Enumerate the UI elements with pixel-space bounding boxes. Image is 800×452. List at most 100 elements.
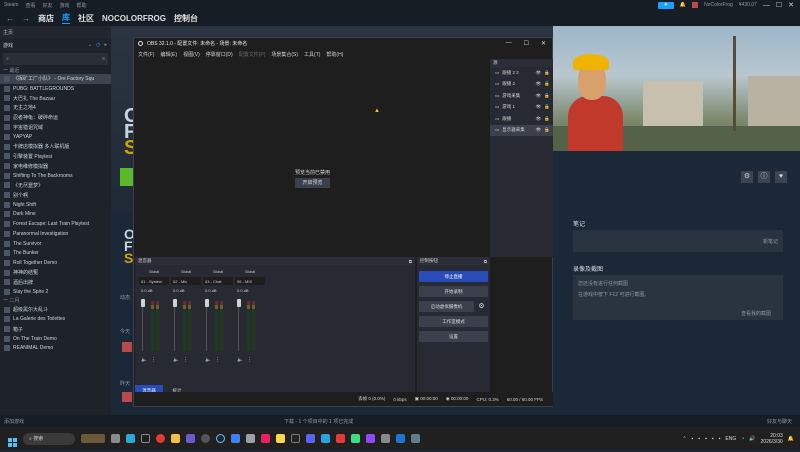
volume-icon[interactable]: 🔊 bbox=[749, 436, 755, 442]
dock-float-icon[interactable]: ⧉ bbox=[484, 259, 490, 264]
channel-menu-icon[interactable]: ⋮ bbox=[151, 357, 156, 363]
app-icon[interactable] bbox=[261, 434, 270, 443]
sidebar-game-item[interactable]: 无主之地4 bbox=[0, 103, 111, 113]
language-indicator[interactable]: ENG bbox=[725, 436, 736, 442]
app-icon[interactable] bbox=[126, 434, 135, 443]
volume-fader-handle[interactable] bbox=[205, 299, 209, 307]
speaker-icon[interactable]: 🔈 bbox=[237, 357, 243, 363]
filter-icon[interactable]: ≡ bbox=[102, 56, 108, 62]
nav-community[interactable]: 社区 bbox=[78, 13, 94, 24]
sidebar-home[interactable]: 主页 bbox=[0, 26, 111, 38]
app-icon[interactable] bbox=[291, 434, 300, 443]
app-icon[interactable] bbox=[351, 434, 360, 443]
maximize-icon[interactable]: ☐ bbox=[524, 40, 529, 47]
obs-menu-profile[interactable]: 配置文件(P) bbox=[239, 51, 266, 58]
forward-icon[interactable]: → bbox=[22, 14, 30, 23]
speaker-icon[interactable]: 🔈 bbox=[141, 357, 147, 363]
nav-library[interactable]: 库 bbox=[62, 12, 70, 24]
channel-menu-icon[interactable]: ⋮ bbox=[247, 357, 252, 363]
clock-icon[interactable]: ◷ bbox=[96, 42, 100, 48]
tray-app-icon[interactable]: ▪ bbox=[719, 436, 721, 442]
notes-box[interactable] bbox=[573, 230, 783, 252]
menu-view[interactable]: 查看 bbox=[25, 2, 35, 9]
visibility-icon[interactable]: 👁 bbox=[536, 116, 542, 122]
sidebar-game-item[interactable]: PUBG: BATTLEGROUNDS bbox=[0, 84, 111, 94]
tray-app-icon[interactable]: ▪ bbox=[692, 436, 694, 442]
lock-icon[interactable]: 🔒 bbox=[544, 127, 550, 133]
channel-name[interactable]: 02 - Mic bbox=[171, 277, 201, 285]
settings-button[interactable]: 设置 bbox=[419, 331, 488, 342]
sidebar-game-item[interactable]: The Bunker bbox=[0, 248, 111, 258]
source-item[interactable]: ▭ 跟播 2 2 👁 🔒 bbox=[490, 67, 553, 79]
add-game-button[interactable]: 添加游戏 bbox=[4, 418, 24, 425]
sidebar-game-item[interactable]: Shifting To The Backrooms bbox=[0, 171, 111, 181]
app-icon[interactable] bbox=[381, 434, 390, 443]
visibility-icon[interactable]: 👁 bbox=[536, 81, 542, 87]
network-icon[interactable]: ◔ bbox=[741, 436, 744, 442]
lock-icon[interactable]: 🔒 bbox=[544, 81, 550, 87]
app-icon[interactable] bbox=[336, 434, 345, 443]
visibility-icon[interactable]: 👁 bbox=[536, 104, 542, 110]
volume-fader-handle[interactable] bbox=[237, 299, 241, 307]
sidebar-game-item[interactable]: 《挥矿工厂小队》 - Ore Factory Squ bbox=[0, 74, 111, 84]
tray-app-icon[interactable]: ▪ bbox=[712, 436, 714, 442]
menu-steam[interactable]: Steam bbox=[4, 2, 18, 8]
avatar[interactable] bbox=[692, 2, 699, 8]
account-name[interactable]: NoColorFrog bbox=[704, 2, 733, 8]
folder-icon[interactable] bbox=[171, 434, 180, 443]
channel-name[interactable]: 06 - MIX bbox=[235, 277, 265, 285]
lock-icon[interactable]: 🔒 bbox=[544, 93, 550, 99]
app-icon[interactable] bbox=[186, 434, 195, 443]
announce-button[interactable]: ✈ bbox=[657, 1, 674, 9]
sidebar-game-item[interactable]: Slay the Spire 2 bbox=[0, 287, 111, 297]
download-status[interactable]: 下载 - 1 个项目中的 1 项已完成 bbox=[284, 418, 353, 425]
enable-preview-button[interactable]: 开启预览 bbox=[295, 178, 330, 188]
menu-games[interactable]: 游戏 bbox=[59, 2, 69, 9]
visibility-icon[interactable]: 👁 bbox=[536, 93, 542, 99]
new-note-button[interactable]: 新笔记 bbox=[763, 238, 778, 245]
sidebar-filter[interactable]: 游戏 ⌄ ◷ ▸ bbox=[0, 38, 111, 52]
obs-menu-edit[interactable]: 编辑(E) bbox=[160, 51, 177, 58]
start-virtual-camera-button[interactable]: 启动虚拟摄像机 bbox=[419, 301, 474, 312]
source-item[interactable]: ▭ 显示器采集 👁 🔒 bbox=[490, 124, 553, 136]
sidebar-search[interactable]: ⌕ ≡ bbox=[3, 53, 108, 65]
windows-start-icon[interactable] bbox=[8, 434, 17, 447]
sidebar-game-item[interactable]: La Galerie des Toilettes bbox=[0, 315, 111, 325]
visibility-icon[interactable]: 👁 bbox=[536, 127, 542, 133]
maximize-icon[interactable]: ☐ bbox=[776, 1, 782, 9]
studio-mode-button[interactable]: 工作室模式 bbox=[419, 316, 488, 327]
channel-menu-icon[interactable]: ⋮ bbox=[215, 357, 220, 363]
sidebar-game-item[interactable]: Paranormal Investigation bbox=[0, 229, 111, 239]
menu-help[interactable]: 帮助 bbox=[77, 2, 87, 9]
virtual-camera-settings-icon[interactable]: ⚙ bbox=[476, 301, 487, 312]
obs-menu-docks[interactable]: 停靠窗口(D) bbox=[206, 51, 233, 58]
start-recording-button[interactable]: 开始录制 bbox=[419, 286, 488, 297]
obs-taskbar-icon[interactable] bbox=[201, 434, 210, 443]
nav-console[interactable]: 控制台 bbox=[174, 13, 198, 24]
close-icon[interactable]: ✕ bbox=[788, 1, 794, 9]
favorite-icon[interactable]: ♥ bbox=[775, 171, 787, 183]
channel-name[interactable]: 01 - System bbox=[139, 277, 169, 285]
sidebar-game-item[interactable]: Dark Mine bbox=[0, 210, 111, 220]
widget-icon[interactable] bbox=[81, 434, 105, 443]
app-icon[interactable] bbox=[411, 434, 420, 443]
sidebar-game-item[interactable]: 神神的结冤 bbox=[0, 268, 111, 278]
menu-friends[interactable]: 好友 bbox=[42, 2, 52, 9]
sidebar-game-item[interactable]: 箱子 bbox=[0, 324, 111, 334]
sidebar-game-item[interactable]: 超级黑尔大乱斗 bbox=[0, 305, 111, 315]
sidebar-game-item[interactable]: 家电维修模拟器 bbox=[0, 161, 111, 171]
sidebar-game-item[interactable]: 忍者神龟：破碎命运 bbox=[0, 113, 111, 123]
app-icon[interactable] bbox=[396, 434, 405, 443]
notification-icon[interactable]: 🔔 bbox=[680, 2, 686, 8]
play-button-fragment[interactable] bbox=[120, 168, 134, 186]
sidebar-game-item[interactable]: 《无尽噩梦》 bbox=[0, 181, 111, 191]
app-icon[interactable] bbox=[246, 434, 255, 443]
sidebar-game-item[interactable]: REANIMAL Demo bbox=[0, 344, 111, 354]
notification-bell-icon[interactable]: 🔔 bbox=[788, 436, 794, 442]
info-icon[interactable]: ⓘ bbox=[758, 171, 770, 183]
app-icon[interactable] bbox=[276, 434, 285, 443]
play-icon[interactable]: ▸ bbox=[104, 42, 107, 48]
sidebar-game-item[interactable]: The Survivor bbox=[0, 239, 111, 249]
filter-label[interactable]: 游戏 bbox=[3, 42, 13, 49]
sidebar-game-item[interactable]: 卡牌店模拟器 多人联机版 bbox=[0, 142, 111, 152]
